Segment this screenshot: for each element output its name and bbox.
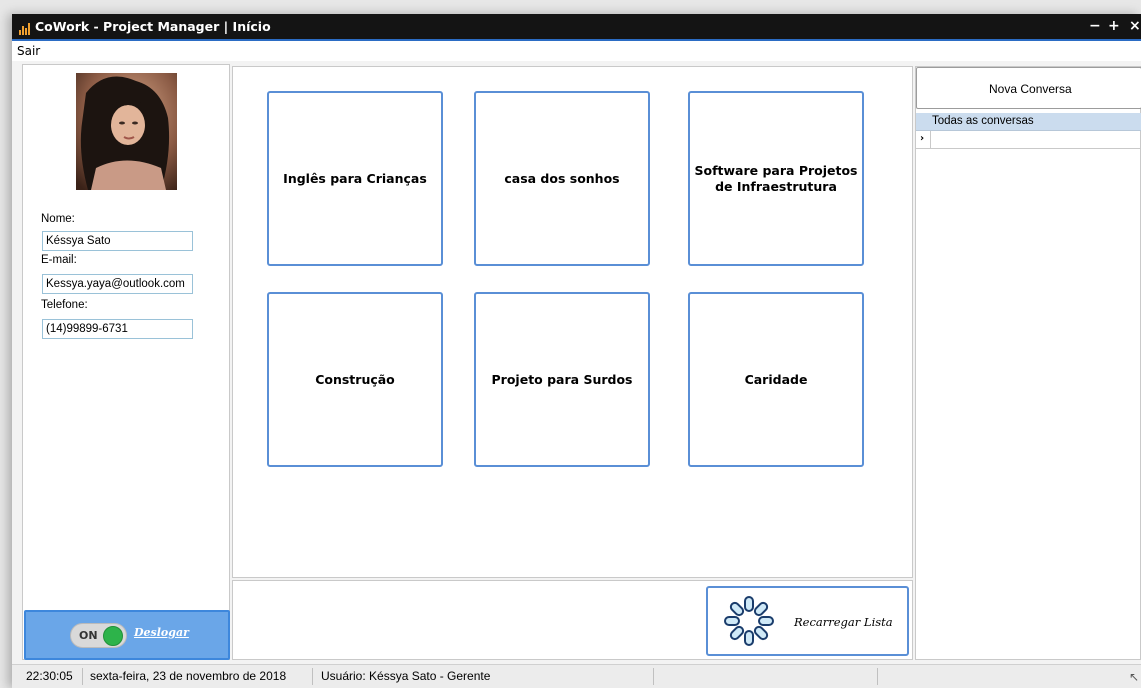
- row-indicator-icon: ›: [916, 131, 931, 149]
- project-card[interactable]: Caridade: [688, 292, 864, 467]
- minimize-button[interactable]: −: [1089, 18, 1101, 34]
- email-label: E-mail:: [41, 254, 77, 266]
- resize-grip-icon[interactable]: ↖: [1129, 670, 1139, 684]
- projects-panel: Inglês para Crianças casa dos sonhos Sof…: [232, 66, 913, 578]
- project-title: Software para Projetos de Infraestrutura: [694, 162, 858, 194]
- title-bar: CoWork - Project Manager | Início − + ×: [12, 14, 1141, 41]
- toggle-on-text: ON: [79, 629, 98, 642]
- project-card[interactable]: Construção: [267, 292, 443, 467]
- project-card[interactable]: Software para Projetos de Infraestrutura: [688, 91, 864, 266]
- new-conversation-label: Nova Conversa: [989, 82, 1072, 96]
- new-conversation-button[interactable]: Nova Conversa: [916, 67, 1141, 109]
- logout-toggle[interactable]: ON: [70, 623, 127, 648]
- avatar: [76, 73, 177, 190]
- status-user: Usuário: Késsya Sato - Gerente: [321, 669, 491, 683]
- status-separator: [653, 668, 654, 685]
- profile-panel: Nome: E-mail: Telefone:: [22, 64, 230, 660]
- project-card[interactable]: Inglês para Crianças: [267, 91, 443, 266]
- toggle-knob: [103, 626, 123, 646]
- phone-field[interactable]: [42, 319, 193, 339]
- status-date: sexta-feira, 23 de novembro de 2018: [90, 669, 287, 683]
- menu-bar: Sair: [12, 41, 1141, 61]
- name-label: Nome:: [41, 213, 75, 225]
- phone-label: Telefone:: [41, 299, 88, 311]
- conversations-grid[interactable]: Todas as conversas ›: [916, 113, 1141, 149]
- chat-panel: Nova Conversa Todas as conversas ›: [915, 66, 1141, 660]
- status-time: 22:30:05: [26, 669, 73, 683]
- app-logo-icon: [19, 23, 30, 35]
- name-field[interactable]: [42, 231, 193, 251]
- status-bar: 22:30:05 sexta-feira, 23 de novembro de …: [12, 664, 1141, 688]
- status-separator: [312, 668, 313, 685]
- project-title: Construção: [315, 371, 395, 387]
- conversations-header[interactable]: Todas as conversas: [916, 113, 1141, 131]
- window-title: CoWork - Project Manager | Início: [35, 19, 271, 34]
- status-separator: [877, 668, 878, 685]
- close-button[interactable]: ×: [1129, 18, 1141, 34]
- project-title: casa dos sonhos: [504, 170, 620, 186]
- reload-spinner-icon: [724, 596, 774, 646]
- project-title: Projeto para Surdos: [491, 371, 633, 387]
- table-row[interactable]: ›: [916, 131, 1141, 149]
- email-field[interactable]: [42, 274, 193, 294]
- menu-item-exit[interactable]: Sair: [17, 44, 40, 58]
- logout-link[interactable]: Deslogar: [134, 626, 189, 639]
- project-card[interactable]: Projeto para Surdos: [474, 292, 650, 467]
- status-separator: [82, 668, 83, 685]
- maximize-button[interactable]: +: [1108, 18, 1120, 34]
- reload-list-button[interactable]: Recarregar Lista: [706, 586, 909, 656]
- project-title: Inglês para Crianças: [283, 170, 427, 186]
- bottom-action-bar: Recarregar Lista: [232, 580, 913, 660]
- project-title: Caridade: [744, 371, 808, 387]
- main-window: CoWork - Project Manager | Início − + × …: [12, 14, 1141, 688]
- project-card[interactable]: casa dos sonhos: [474, 91, 650, 266]
- reload-list-label: Recarregar Lista: [794, 615, 893, 629]
- logout-panel: ON Deslogar: [24, 610, 230, 660]
